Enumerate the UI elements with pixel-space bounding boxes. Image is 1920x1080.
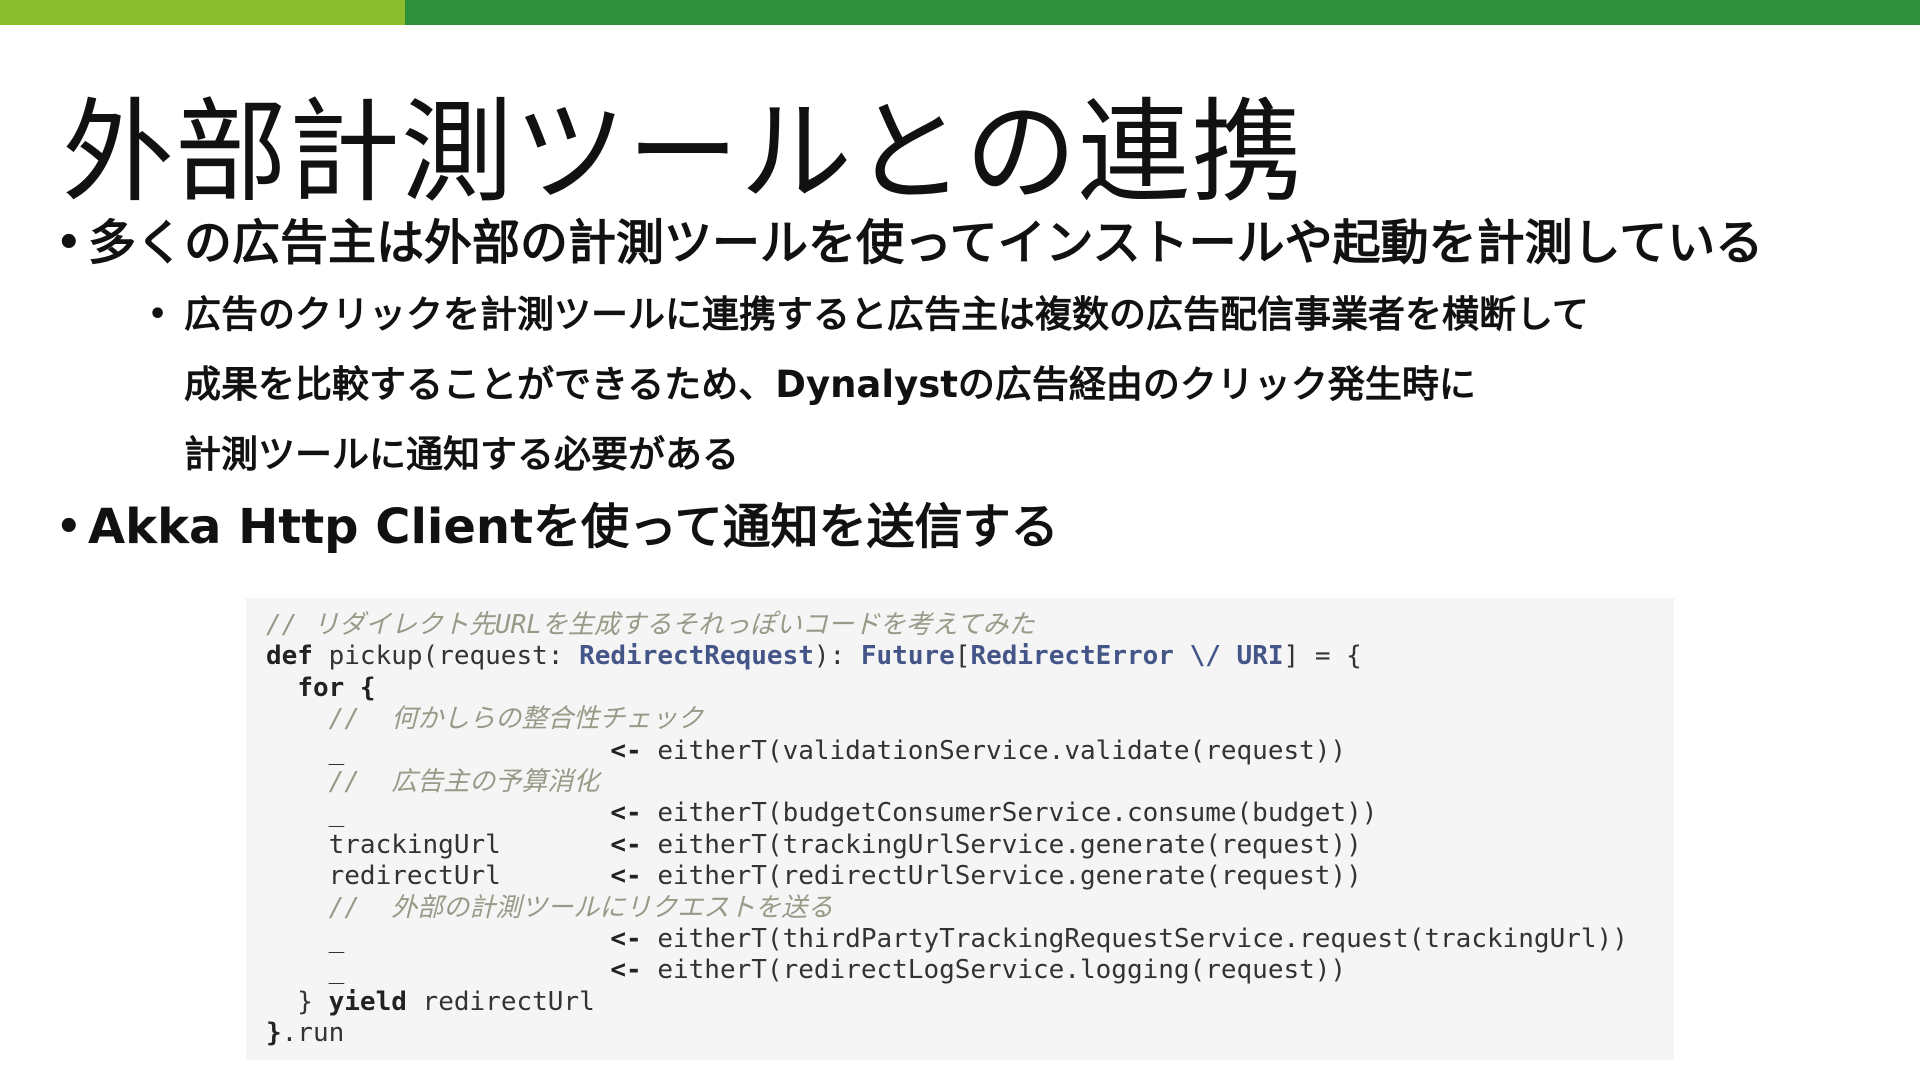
code-text: eitherT(validationService.validate(reque… <box>641 735 1347 766</box>
sub-bullet-line: 計測ツールに通知する必要がある <box>184 433 739 476</box>
code-comment: // リダイレクト先URLを生成するそれっぽいコードを考えてみた <box>266 610 1035 640</box>
code-text: _ <box>266 955 611 986</box>
code-block: // リダイレクト先URLを生成するそれっぽいコードを考えてみた def pick… <box>246 598 1674 1060</box>
code-operator: <- <box>610 861 642 892</box>
bullet-text: Akka Http Clientを使って通知を送信する <box>88 499 1059 555</box>
code-text: } <box>266 986 329 1017</box>
bullet-item: • Akka Http Clientを使って通知を送信する <box>52 494 1902 560</box>
code-text: _ <box>266 735 611 766</box>
code-text: eitherT(thirdPartyTrackingRequestService… <box>641 923 1628 954</box>
code-line: for { <box>266 673 1654 704</box>
code-text: pickup(request: <box>312 641 580 672</box>
code-line: // 外部の計測ツールにリクエストを送る <box>266 893 1654 924</box>
code-operator: <- <box>610 735 642 766</box>
code-comment: // 外部の計測ツールにリクエストを送る <box>266 892 834 923</box>
code-comment: // 何かしらの整合性チェック <box>266 704 704 735</box>
sub-bullet-line: 広告のクリックを計測ツールに連携すると広告主は複数の広告配信事業者を横断して <box>184 293 1589 336</box>
code-text: ] = { <box>1283 641 1362 672</box>
code-line: _ <- eitherT(redirectLogService.logging(… <box>266 955 1654 986</box>
code-line: redirectUrl <- eitherT(redirectUrlServic… <box>266 861 1654 892</box>
code-text: eitherT(redirectLogService.logging(reque… <box>641 955 1347 986</box>
sub-bullet-line: 成果を比較することができるため、Dynalystの広告経由のクリック発生時に <box>184 363 1476 406</box>
code-operator: <- <box>610 829 642 860</box>
code-line: // 広告主の予算消化 <box>266 767 1654 798</box>
code-comment: // 広告主の予算消化 <box>266 766 600 797</box>
code-text: redirectUrl <box>266 861 611 892</box>
sub-bullet-item: • 広告のクリックを計測ツールに連携すると広告主は複数の広告配信事業者を横断して… <box>144 280 1902 490</box>
bullet-dot-icon: • <box>56 504 82 550</box>
code-line: trackingUrl <- eitherT(trackingUrlServic… <box>266 830 1654 861</box>
sub-bullet-list: • 広告のクリックを計測ツールに連携すると広告主は複数の広告配信事業者を横断して… <box>88 280 1902 490</box>
code-keyword: } <box>266 1018 282 1049</box>
code-text: [ <box>954 641 971 672</box>
bullet-dot-icon: • <box>56 220 82 266</box>
bullet-text: 多くの広告主は外部の計測ツールを使ってインストールや起動を計測している <box>88 215 1764 271</box>
code-line: _ <- eitherT(thirdPartyTrackingRequestSe… <box>266 924 1654 955</box>
code-keyword: for { <box>297 672 376 703</box>
code-line: def pickup(request: RedirectRequest): Fu… <box>266 641 1654 672</box>
top-accent-bar <box>0 0 1920 25</box>
code-line: _ <- eitherT(validationService.validate(… <box>266 736 1654 767</box>
code-line: // リダイレクト先URLを生成するそれっぽいコードを考えてみた <box>266 610 1654 641</box>
code-operator: <- <box>610 955 642 986</box>
code-text: .run <box>281 1018 345 1049</box>
top-accent-bar-dark <box>405 0 1920 25</box>
code-text: eitherT(trackingUrlService.generate(requ… <box>641 829 1362 860</box>
top-accent-bar-light <box>0 0 405 25</box>
code-type: Future <box>860 641 955 672</box>
code-operator: <- <box>610 798 642 829</box>
code-type: RedirectError \/ URI <box>970 641 1284 672</box>
code-line: _ <- eitherT(budgetConsumerService.consu… <box>266 798 1654 829</box>
code-text: ): <box>813 641 861 672</box>
code-text: eitherT(budgetConsumerService.consume(bu… <box>641 798 1378 829</box>
sub-bullet-dot-icon: • <box>148 297 168 332</box>
code-keyword: def <box>266 641 313 672</box>
code-line: }.run <box>266 1018 1654 1049</box>
code-line: // 何かしらの整合性チェック <box>266 704 1654 735</box>
code-text: _ <box>266 923 611 954</box>
code-text: redirectUrl <box>406 986 595 1017</box>
code-text: _ <box>266 798 611 829</box>
bullet-list: • 多くの広告主は外部の計測ツールを使ってインストールや起動を計測している • … <box>52 210 1902 560</box>
code-text: eitherT(redirectUrlService.generate(requ… <box>641 861 1362 892</box>
code-keyword: yield <box>328 986 407 1017</box>
bullet-item: • 多くの広告主は外部の計測ツールを使ってインストールや起動を計測している • … <box>52 210 1902 490</box>
slide-title: 外部計測ツールとの連携 <box>62 88 1304 218</box>
code-text: trackingUrl <box>266 829 611 860</box>
code-line: } yield redirectUrl <box>266 987 1654 1018</box>
code-type: RedirectRequest <box>579 641 814 672</box>
code-operator: <- <box>610 923 642 954</box>
